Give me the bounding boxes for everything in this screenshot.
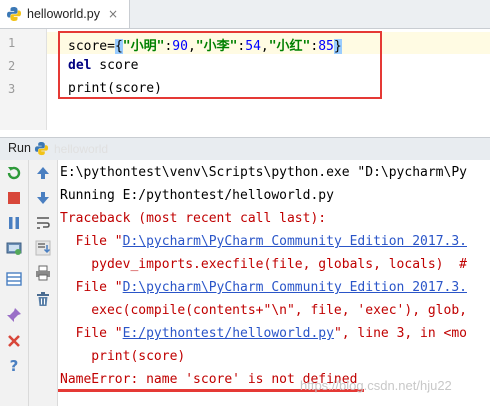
run-toolbar-right <box>29 160 58 406</box>
stop-icon[interactable] <box>5 189 23 207</box>
line-number-gutter: 1 2 3 <box>0 29 47 130</box>
rerun-icon[interactable] <box>5 164 23 182</box>
editor-tab-bar: helloworld.py × <box>0 0 490 29</box>
debug-config-icon[interactable] <box>5 239 23 257</box>
pause-icon[interactable] <box>5 214 23 232</box>
console-output[interactable]: E:\pythontest\venv\Scripts\python.exe "D… <box>58 160 490 406</box>
run-toolbar-left: ? <box>0 160 29 406</box>
help-icon[interactable]: ? <box>5 357 23 375</box>
tab-close-icon[interactable]: × <box>108 7 118 21</box>
layout-icon[interactable] <box>5 270 23 288</box>
console-text: File " <box>60 234 123 249</box>
file-link[interactable]: D:\pycharm\PyCharm Community Edition 201… <box>123 234 467 249</box>
console-line: Traceback (most recent call last): <box>60 211 327 226</box>
run-config-name[interactable]: helloworld <box>54 142 108 156</box>
tab-label: helloworld.py <box>27 7 100 21</box>
console-line: File "E:/pythontest/helloworld.py", line… <box>60 326 467 341</box>
soft-wrap-icon[interactable] <box>34 214 52 232</box>
annotation-highlight-box <box>58 31 382 99</box>
python-run-icon <box>34 141 49 156</box>
line-number: 3 <box>8 82 16 96</box>
console-line: File "D:\pycharm\PyCharm Community Editi… <box>60 234 467 249</box>
run-label: Run <box>8 141 31 155</box>
file-link[interactable]: D:\pycharm\PyCharm Community Edition 201… <box>123 280 467 295</box>
pin-icon[interactable] <box>5 306 23 324</box>
run-panel-header: Run helloworld <box>0 137 490 161</box>
console-text: File " <box>60 326 123 341</box>
up-arrow-icon[interactable] <box>34 164 52 182</box>
console-line: Running E:/pythontest/helloworld.py <box>60 188 334 203</box>
down-arrow-icon[interactable] <box>34 189 52 207</box>
console-line: E:\pythontest\venv\Scripts\python.exe "D… <box>60 165 467 180</box>
python-file-icon <box>7 7 21 21</box>
console-text: ", line 3, in <mo <box>333 326 468 341</box>
tab-helloworld[interactable]: helloworld.py × <box>0 0 130 28</box>
console-line: exec(compile(contents+"\n", file, 'exec'… <box>60 303 467 318</box>
line-number: 2 <box>8 59 16 73</box>
scroll-to-end-icon[interactable] <box>34 239 52 257</box>
file-link[interactable]: E:/pythontest/helloworld.py <box>123 326 334 341</box>
watermark-text: https://blog.csdn.net/hju22 <box>300 378 452 393</box>
close-icon[interactable] <box>5 332 23 350</box>
console-line: File "D:\pycharm\PyCharm Community Editi… <box>60 280 467 295</box>
console-line: print(score) <box>60 349 186 364</box>
console-line: pydev_imports.execfile(file, globals, lo… <box>60 257 467 272</box>
print-icon[interactable] <box>34 264 52 282</box>
line-number: 1 <box>8 36 16 50</box>
console-text: File " <box>60 280 123 295</box>
trash-icon[interactable] <box>34 290 52 308</box>
